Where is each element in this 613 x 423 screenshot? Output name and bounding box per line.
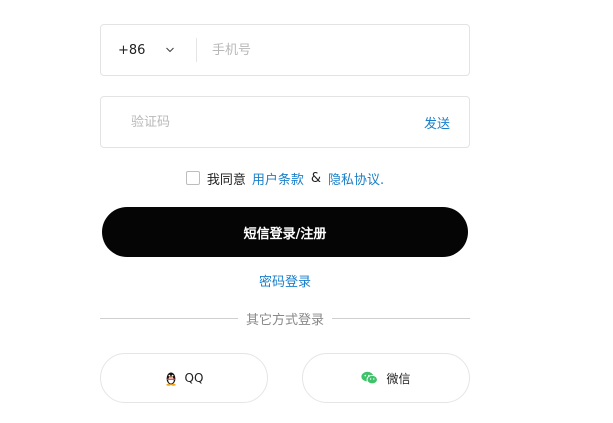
- terms-link[interactable]: 用户条款: [252, 169, 304, 188]
- sms-login-form: +86 发送 我同意 用户条款 & 隐私协议. 短信登录/注册 密码登录 其它方…: [100, 24, 471, 403]
- phone-field: +86: [100, 24, 470, 76]
- wechat-login-button[interactable]: 微信: [302, 353, 470, 403]
- country-code-select[interactable]: +86: [101, 25, 196, 75]
- phone-number-input[interactable]: [197, 41, 469, 59]
- wechat-label: 微信: [386, 371, 411, 386]
- other-login-divider: 其它方式登录: [100, 309, 471, 328]
- qq-label: QQ: [184, 371, 204, 385]
- privacy-link[interactable]: 隐私协议.: [328, 169, 384, 188]
- divider-line-left: [100, 318, 238, 319]
- sms-login-button[interactable]: 短信登录/注册: [102, 207, 468, 257]
- password-login-link[interactable]: 密码登录: [259, 275, 311, 290]
- password-login-row: 密码登录: [100, 271, 470, 290]
- verification-code-field: 发送: [100, 96, 470, 148]
- divider-label: 其它方式登录: [246, 313, 325, 328]
- send-code-button[interactable]: 发送: [424, 113, 469, 132]
- agreement-prefix: 我同意: [206, 172, 246, 188]
- agreement-row: 我同意 用户条款 & 隐私协议.: [100, 169, 470, 188]
- qq-penguin-icon: [165, 372, 176, 386]
- country-code-value: +86: [118, 42, 146, 58]
- social-login-row: QQ 微信: [100, 353, 470, 403]
- qq-login-button[interactable]: QQ: [100, 353, 268, 403]
- agreement-checkbox[interactable]: [185, 171, 200, 185]
- chevron-down-icon: [166, 47, 175, 53]
- verification-code-input[interactable]: [101, 113, 424, 131]
- divider-line-right: [332, 318, 471, 319]
- agreement-connector: &: [310, 170, 322, 186]
- wechat-icon: [361, 371, 379, 385]
